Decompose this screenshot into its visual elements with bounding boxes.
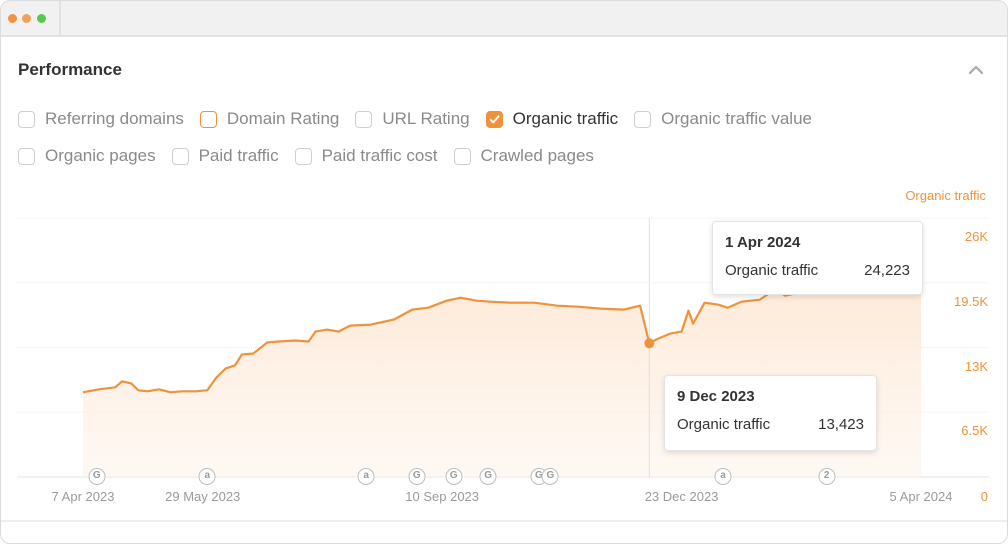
y-tick-label: 13K xyxy=(964,358,988,374)
highlight-group xyxy=(644,338,655,349)
google-update-marker[interactable]: G xyxy=(479,468,497,485)
tooltip-hover: 9 Dec 2023 Organic traffic 13,423 xyxy=(664,375,877,451)
y-tick-label: 19.5K xyxy=(954,293,988,309)
google-update-marker[interactable]: G xyxy=(541,468,559,485)
tooltip-metric: Organic traffic xyxy=(725,262,819,279)
annotation-marker[interactable]: a xyxy=(714,468,732,485)
google-update-marker[interactable]: G xyxy=(88,468,106,485)
tooltip-date: 1 Apr 2024 xyxy=(725,234,801,251)
x-tick-label: 23 Dec 2023 xyxy=(644,489,719,504)
google-update-marker[interactable]: G xyxy=(408,468,426,485)
y-tick-label: 26K xyxy=(964,229,988,244)
tooltip-date: 9 Dec 2023 xyxy=(677,388,755,405)
x-tick-label: 5 Apr 2024 xyxy=(889,489,953,504)
tooltip-metric: Organic traffic xyxy=(677,416,771,433)
multi-annotation-marker[interactable]: 2 xyxy=(818,468,836,485)
highlight-point xyxy=(644,338,655,349)
y-tick-label: 6.5K xyxy=(961,423,988,439)
x-tick-label: 10 Sep 2023 xyxy=(405,489,480,504)
x-tick-label: 29 May 2023 xyxy=(165,489,241,504)
annotation-marker[interactable]: a xyxy=(357,468,375,485)
annotation-marker[interactable]: a xyxy=(198,468,216,485)
x-tick-label: 7 Apr 2023 xyxy=(51,489,115,504)
tooltip-value: 13,423 xyxy=(818,416,864,433)
browser-window: Performance Referring domains Domain Rati… xyxy=(0,0,1008,544)
panel-bottom-divider xyxy=(1,520,1007,522)
tooltip-latest: 1 Apr 2024 Organic traffic 24,223 xyxy=(712,221,923,295)
google-update-marker[interactable]: G xyxy=(445,468,463,485)
tooltip-value: 24,223 xyxy=(864,262,910,279)
